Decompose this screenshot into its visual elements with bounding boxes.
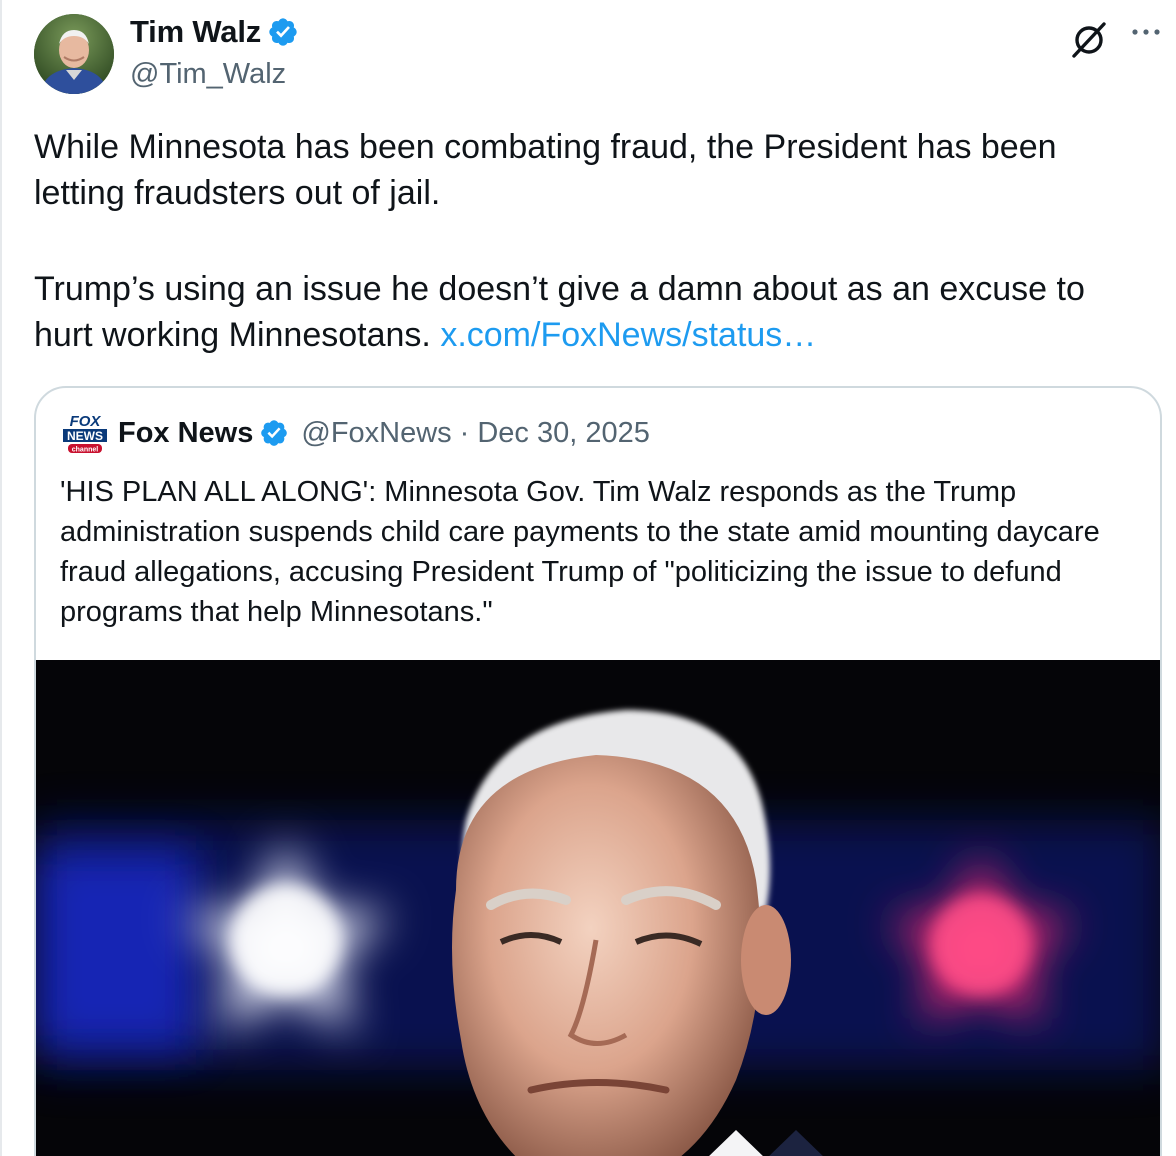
- quoted-author-name[interactable]: Fox News: [118, 417, 253, 450]
- author-name[interactable]: Tim Walz: [130, 14, 261, 50]
- more-options-icon[interactable]: [1128, 20, 1164, 44]
- quoted-tweet-image[interactable]: [36, 660, 1160, 1156]
- verified-badge-icon: [269, 18, 297, 46]
- portrait-photo: [36, 660, 1160, 1156]
- tweet-paragraph-2: Trump’s using an issue he doesn’t give a…: [34, 266, 1144, 358]
- fox-logo-text-bot: channel: [72, 447, 99, 454]
- divider: [0, 0, 2, 1156]
- quoted-tweet-text: 'HIS PLAN ALL ALONG': Minnesota Gov. Tim…: [60, 476, 1100, 628]
- quoted-tweet-date[interactable]: Dec 30, 2025: [477, 417, 650, 450]
- quoted-tweet-header: FOX NEWS channel Fox News @FoxNews · Dec…: [60, 410, 650, 456]
- fox-logo-text-top: FOX: [70, 413, 102, 430]
- separator-dot: ·: [459, 416, 470, 449]
- tweet-text: While Minnesota has been combating fraud…: [34, 124, 1144, 358]
- avatar-image: [34, 14, 114, 94]
- avatar[interactable]: [34, 14, 114, 94]
- quoted-tweet-card[interactable]: FOX NEWS channel Fox News @FoxNews · Dec…: [34, 386, 1162, 1156]
- tweet[interactable]: Tim Walz @Tim_Walz While Minnesota has b…: [0, 0, 1176, 1156]
- tweet-link[interactable]: x.com/FoxNews/status…: [440, 316, 816, 354]
- author-name-row[interactable]: Tim Walz: [130, 14, 299, 50]
- quoted-author-handle[interactable]: @FoxNews: [301, 417, 451, 450]
- tweet-paragraph-1: While Minnesota has been combating fraud…: [34, 128, 1057, 212]
- fox-logo-text-mid: NEWS: [67, 429, 103, 443]
- fox-news-logo[interactable]: FOX NEWS channel: [60, 410, 110, 456]
- author-handle[interactable]: @Tim_Walz: [130, 58, 286, 91]
- verified-badge-icon: [261, 420, 288, 446]
- grok-icon[interactable]: [1068, 18, 1110, 60]
